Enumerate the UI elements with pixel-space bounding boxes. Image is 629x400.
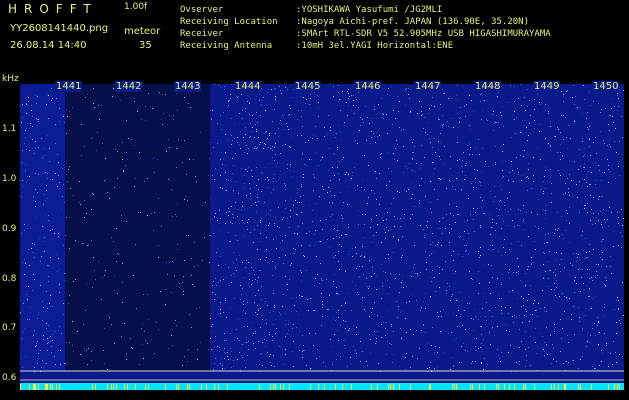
capture-datetime: 26.08.14 14:40 [10,40,87,51]
x-tick-label: 1449 [533,81,561,92]
receiver-label: Receiver [180,29,224,39]
spectrogram-canvas [20,84,624,390]
dark-band [65,84,210,372]
x-tick-label: 1444 [234,81,262,92]
noise-band [20,84,65,372]
location-label: Receiving Location [180,17,278,27]
antenna-label: Receiving Antenna [180,41,273,51]
y-axis-unit: kHz [2,74,19,84]
y-tick-label: 0.7 [2,323,17,333]
y-tick-label: 0.6 [2,373,17,383]
antenna-value: :10mH 3el.YAGI Horizontal:ENE [296,41,454,51]
x-tick-label: 1448 [474,81,502,92]
meteor-label: meteor [124,26,161,37]
app-title: HROFFT [8,2,98,16]
app-version: 1.00f [124,2,148,12]
x-tick-label: 1450 [592,81,620,92]
x-tick-label: 1446 [354,81,382,92]
x-tick-label: 1447 [414,81,442,92]
location-value: :Nagoya Aichi-pref. JAPAN (136.90E, 35.2… [296,17,529,27]
header-panel: HROFFT 1.00f YY2608141440.png 26.08.14 1… [0,0,629,72]
spectrogram [20,84,624,390]
y-tick-label: 1.0 [2,174,17,184]
receiver-value: :SMArt RTL-SDR V5 52.905MHz USB HIGASHIM… [296,29,551,39]
x-tick-label: 1443 [174,81,202,92]
observer-value: :YOSHIKAWA Yasufumi /JG2MLI [296,5,443,15]
x-tick-label: 1441 [55,81,83,92]
y-tick-label: 0.9 [2,224,17,234]
baseline-strip [20,383,624,390]
image-filename: YY2608141440.png [10,23,109,34]
y-tick-label: 1.1 [2,124,17,134]
observer-label: Ovserver [180,5,224,15]
meteor-count: 35 [139,40,152,51]
y-tick-label: 0.8 [2,274,17,284]
x-tick-label: 1445 [294,81,322,92]
x-tick-label: 1442 [115,81,143,92]
